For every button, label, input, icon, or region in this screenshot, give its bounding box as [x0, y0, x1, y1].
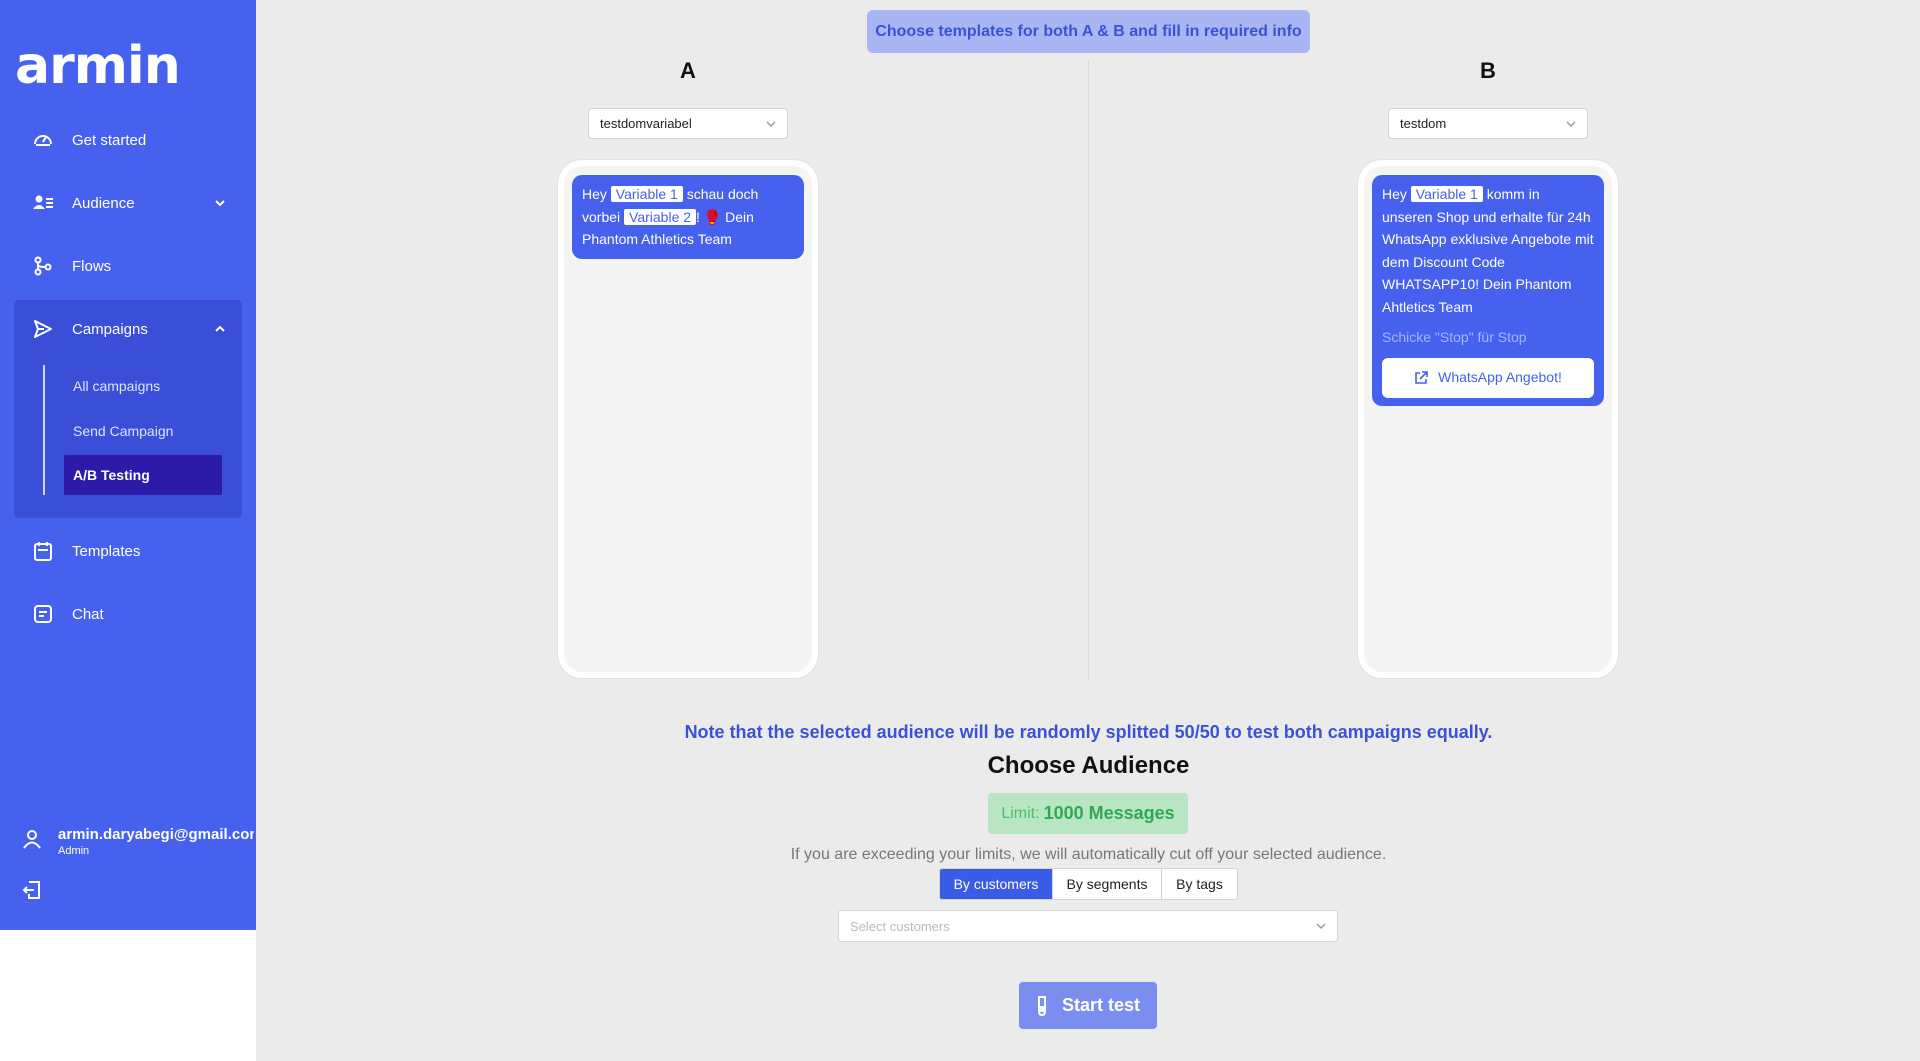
chevron-down-icon	[1565, 118, 1577, 133]
message-footer: Schicke "Stop" für Stop	[1382, 329, 1527, 345]
dashboard-icon	[32, 129, 54, 151]
sidebar-item-send-campaign[interactable]: Send Campaign	[64, 411, 222, 451]
column-divider	[1088, 60, 1089, 680]
message-bubble-a: Hey Variable 1 schau doch vorbei Variabl…	[572, 175, 804, 259]
sidebar-item-label: Audience	[72, 194, 135, 212]
message-text: Hey	[1382, 186, 1411, 202]
message-bubble-b: Hey Variable 1 komm in unseren Shop und …	[1372, 175, 1604, 406]
message-text: Hey	[582, 186, 611, 202]
sidebar-item-flows[interactable]: Flows	[14, 246, 242, 286]
audience-icon	[32, 192, 54, 214]
variant-a-title: A	[680, 58, 696, 83]
sidebar-item-all-campaigns[interactable]: All campaigns	[64, 366, 222, 406]
variable-chip[interactable]: Variable 1	[1410, 186, 1483, 202]
external-link-icon	[1415, 370, 1428, 384]
choose-audience-title: Choose Audience	[987, 752, 1190, 779]
sidebar-item-get-started[interactable]: Get started	[14, 120, 242, 160]
sidebar-item-ab-testing[interactable]: A/B Testing	[64, 455, 222, 495]
tab-by-segments[interactable]: By segments	[1053, 869, 1162, 899]
instruction-banner: Choose templates for both A & B and fill…	[867, 10, 1310, 53]
limit-badge: Limit: 1000 Messages	[988, 793, 1188, 834]
chevron-down-icon	[765, 118, 777, 133]
send-icon	[32, 318, 54, 340]
message-text: komm in unseren Shop und erhalte für 24h…	[1382, 186, 1594, 315]
user-role: Admin	[58, 845, 90, 857]
sidebar-item-label: Chat	[72, 605, 104, 623]
sidebar-item-label: Get started	[72, 131, 147, 149]
sidebar-item-label: Templates	[72, 542, 141, 560]
user-icon	[22, 829, 42, 854]
customer-select-placeholder: Select customers	[850, 918, 950, 934]
sidebar-item-label: Flows	[72, 257, 112, 275]
sidebar-item-label: Campaigns	[72, 320, 148, 338]
submenu-line	[43, 365, 45, 495]
split-note: Note that the selected audience will be …	[684, 722, 1493, 742]
sidebar-item-audience[interactable]: Audience	[14, 183, 242, 223]
template-select-a-value: testdomvariabel	[600, 116, 692, 131]
variable-chip[interactable]: Variable 2	[624, 208, 697, 225]
variable-chip[interactable]: Variable 1	[610, 186, 683, 202]
logout-icon[interactable]	[22, 880, 42, 905]
user-email: armin.daryabegi@gmail.com	[58, 826, 254, 843]
test-tube-icon	[1037, 995, 1046, 1016]
sidebar-item-templates[interactable]: Templates	[14, 531, 242, 571]
tab-by-customers[interactable]: By customers	[940, 869, 1053, 899]
limit-value: 1000 Messages	[1043, 803, 1175, 823]
sidebar-bottom-area	[0, 930, 256, 1061]
whatsapp-offer-button[interactable]: WhatsApp Angebot!	[1382, 357, 1594, 398]
chevron-down-icon[interactable]	[214, 196, 226, 213]
flows-icon	[32, 255, 54, 277]
phone-preview-b: Hey Variable 1 komm in unseren Shop und …	[1358, 160, 1618, 678]
phone-preview-a: Hey Variable 1 schau doch vorbei Variabl…	[558, 160, 818, 678]
chevron-up-icon[interactable]	[214, 322, 226, 339]
calendar-icon	[32, 540, 54, 562]
chevron-down-icon	[1315, 920, 1327, 935]
start-test-label: Start test	[1061, 995, 1141, 1015]
template-select-a[interactable]: testdomvariabel	[588, 108, 788, 139]
variant-b-title: B	[1480, 58, 1496, 83]
audience-tabs: By customers By segments By tags	[939, 868, 1238, 900]
limit-label: Limit:	[1001, 804, 1040, 822]
limit-warning: If you are exceeding your limits, we wil…	[790, 846, 1387, 863]
sidebar-item-chat[interactable]: Chat	[14, 594, 242, 634]
template-select-b-value: testdom	[1400, 116, 1447, 131]
sidebar: armin Get started Audience Flows Campaig…	[0, 0, 256, 930]
customer-select[interactable]: Select customers	[838, 910, 1338, 942]
app-logo[interactable]: armin	[15, 36, 181, 96]
sidebar-item-campaigns[interactable]: Campaigns	[14, 309, 242, 349]
user-profile[interactable]: armin.daryabegi@gmail.com Admin	[22, 826, 254, 857]
tab-by-tags[interactable]: By tags	[1162, 869, 1237, 899]
chat-icon	[32, 603, 54, 625]
start-test-button[interactable]: Start test	[1019, 982, 1157, 1029]
whatsapp-offer-label: WhatsApp Angebot!	[1438, 369, 1562, 386]
template-select-b[interactable]: testdom	[1388, 108, 1588, 139]
